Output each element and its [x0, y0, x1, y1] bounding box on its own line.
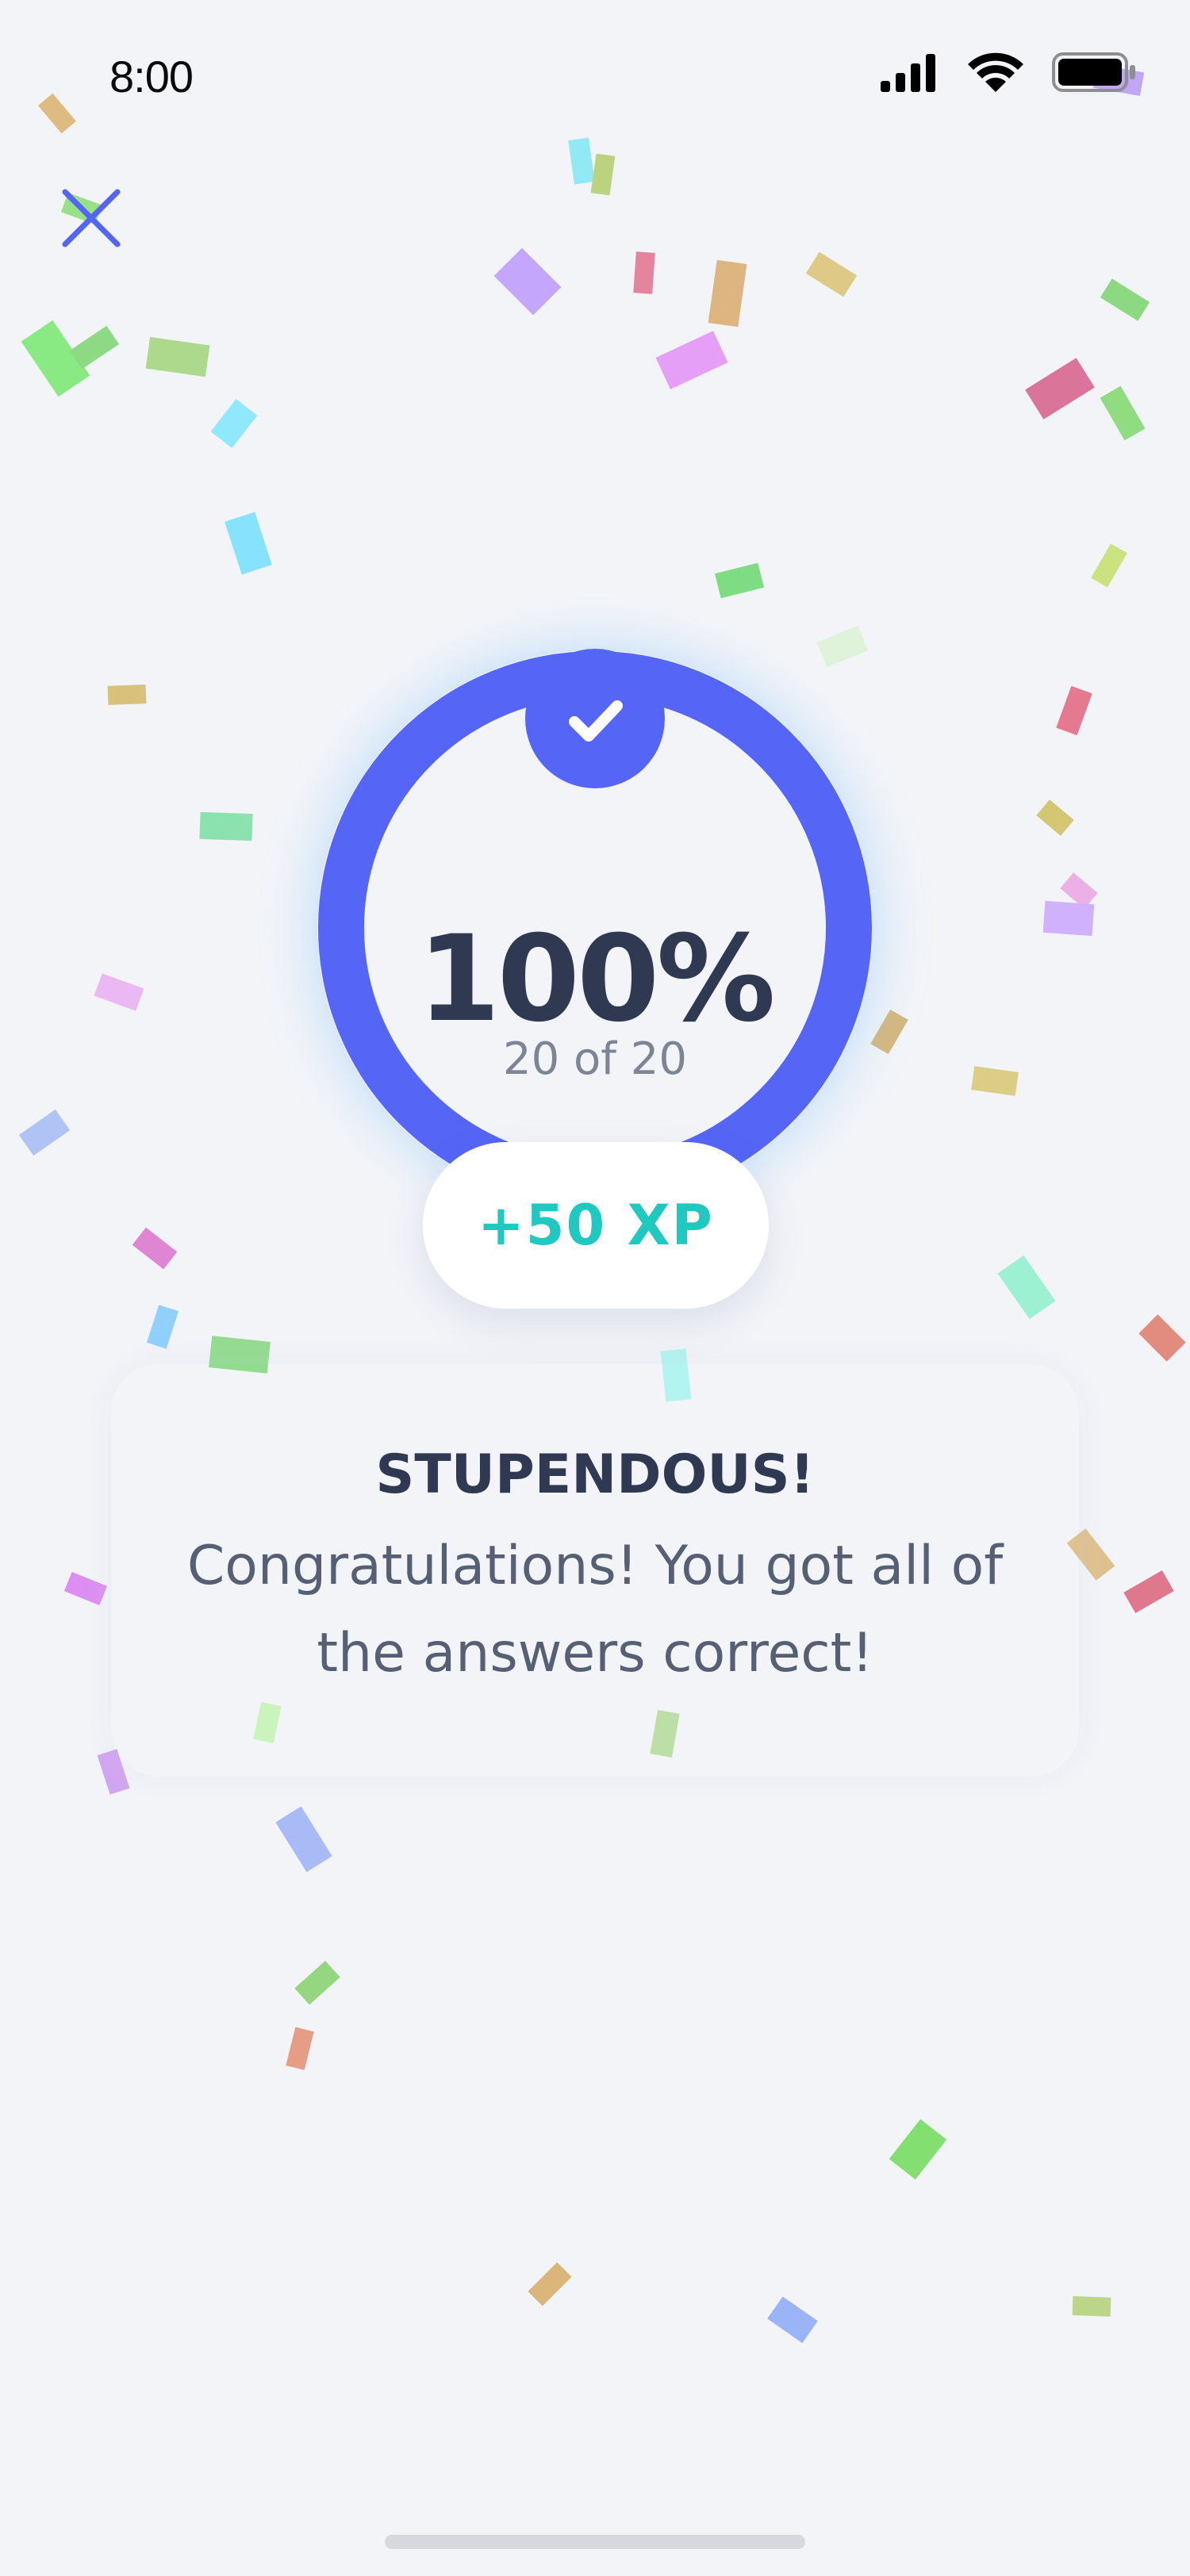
- check-badge: [525, 649, 665, 788]
- home-indicator[interactable]: [385, 2535, 805, 2549]
- result-progress-ring: 100% 20 of 20 +50 XP: [317, 649, 873, 1332]
- battery-icon: [1052, 52, 1135, 92]
- close-button[interactable]: [56, 182, 127, 254]
- result-message: Congratulations! You got all of the answ…: [186, 1535, 1004, 1685]
- status-icons: [881, 51, 1142, 98]
- score-percent: 100%: [417, 910, 775, 1048]
- result-message-card: STUPENDOUS! Congratulations! You got all…: [111, 1364, 1079, 1777]
- status-time: 8:00: [109, 52, 194, 102]
- wifi-icon: [968, 52, 1023, 92]
- cellular-signal-icon: [881, 54, 935, 92]
- xp-reward-badge: +50 XP: [423, 1142, 769, 1309]
- close-icon: [62, 189, 121, 247]
- score-count: 20 of 20: [502, 1033, 688, 1085]
- result-headline: STUPENDOUS!: [375, 1443, 815, 1506]
- checkmark-icon: [569, 700, 623, 742]
- status-bar: 8:00: [0, 0, 1190, 151]
